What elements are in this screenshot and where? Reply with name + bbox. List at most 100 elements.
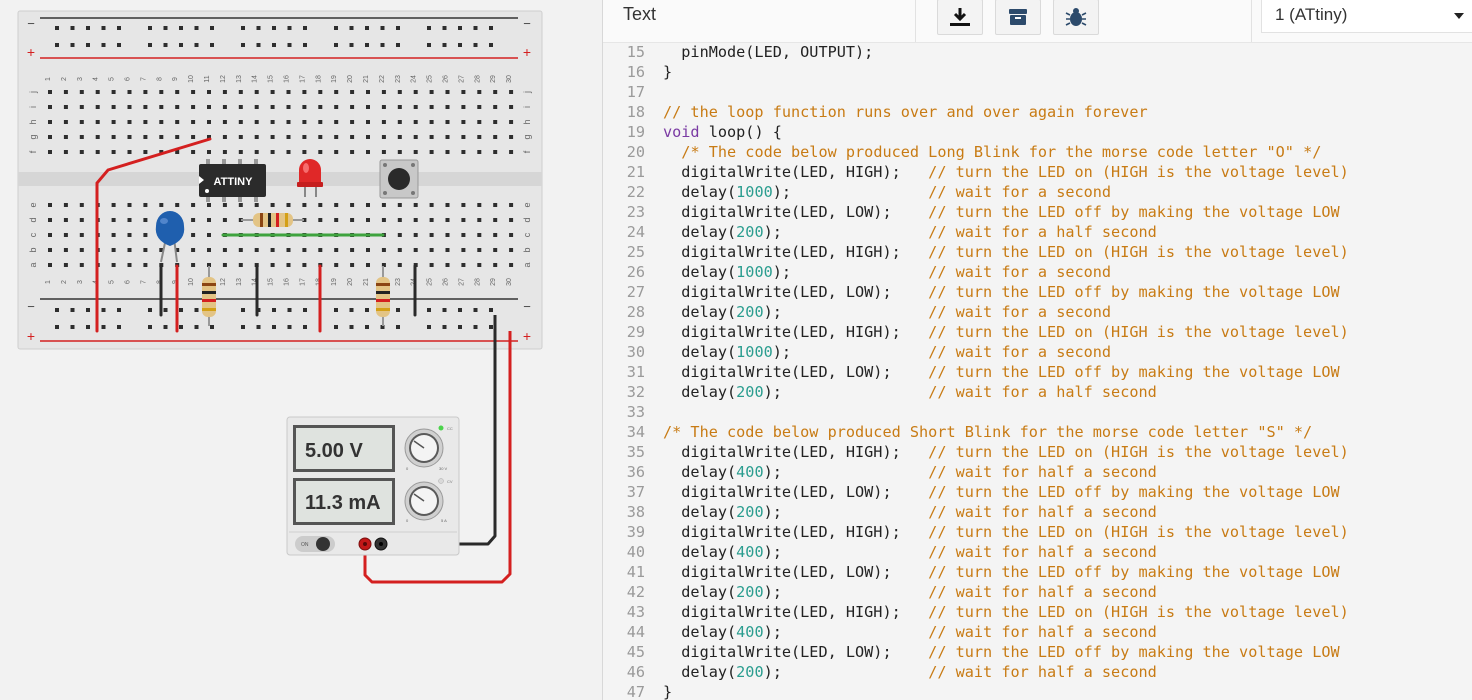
code-text[interactable]: digitalWrite(LED, HIGH); // turn the LED… bbox=[663, 603, 1349, 621]
code-line[interactable]: 26 delay(1000); // wait for a second bbox=[603, 262, 1111, 282]
code-text[interactable]: delay(200); // wait for a half second bbox=[663, 223, 1157, 241]
code-line[interactable]: 36 delay(400); // wait for half a second bbox=[603, 462, 1157, 482]
code-line[interactable]: 39 digitalWrite(LED, HIGH); // turn the … bbox=[603, 522, 1349, 542]
code-text[interactable]: digitalWrite(LED, LOW); // turn the LED … bbox=[663, 203, 1339, 221]
code-line[interactable]: 25 digitalWrite(LED, HIGH); // turn the … bbox=[603, 242, 1349, 262]
code-text[interactable]: digitalWrite(LED, HIGH); // turn the LED… bbox=[663, 243, 1349, 261]
code-line[interactable]: 21 digitalWrite(LED, HIGH); // turn the … bbox=[603, 162, 1349, 182]
code-text[interactable]: /* The code below produced Short Blink f… bbox=[663, 423, 1312, 441]
code-line[interactable]: 17 bbox=[603, 82, 663, 102]
breadboard-hole bbox=[396, 325, 400, 329]
code-line[interactable]: 22 delay(1000); // wait for a second bbox=[603, 182, 1111, 202]
code-line[interactable]: 42 delay(200); // wait for half a second bbox=[603, 582, 1157, 602]
code-line[interactable]: 31 digitalWrite(LED, LOW); // turn the L… bbox=[603, 362, 1340, 382]
code-text[interactable]: delay(400); // wait for half a second bbox=[663, 463, 1157, 481]
code-line[interactable]: 38 delay(200); // wait for half a second bbox=[603, 502, 1157, 522]
code-text[interactable]: digitalWrite(LED, HIGH); // turn the LED… bbox=[663, 523, 1349, 541]
debugger-button[interactable] bbox=[1053, 0, 1099, 35]
code-text[interactable]: digitalWrite(LED, LOW); // turn the LED … bbox=[663, 563, 1339, 581]
code-text[interactable]: digitalWrite(LED, LOW); // turn the LED … bbox=[663, 283, 1339, 301]
code-line[interactable]: 20 /* The code below produced Long Blink… bbox=[603, 142, 1322, 162]
code-line[interactable]: 37 digitalWrite(LED, LOW); // turn the L… bbox=[603, 482, 1340, 502]
code-text[interactable]: digitalWrite(LED, LOW); // turn the LED … bbox=[663, 483, 1339, 501]
code-line[interactable]: 18 // the loop function runs over and ove… bbox=[603, 102, 1148, 122]
code-line[interactable]: 19 void loop() { bbox=[603, 122, 782, 142]
circuit-canvas[interactable]: − − + + − − + + 1 2 3 4 5 6 7 8 9 10 11 12 13 14 15 16 1… bbox=[0, 0, 602, 700]
breadboard-hole bbox=[111, 150, 116, 154]
code-text[interactable]: // the loop function runs over and over … bbox=[663, 103, 1148, 121]
circuit-drawing[interactable]: − − + + − − + + 1 2 3 4 5 6 7 8 9 10 11 12 13 14 15 16 1… bbox=[0, 0, 602, 700]
breadboard-hole bbox=[334, 135, 339, 139]
code-text[interactable]: delay(200); // wait for a second bbox=[663, 303, 1111, 321]
code-line[interactable]: 40 delay(400); // wait for half a second bbox=[603, 542, 1157, 562]
breadboard-hole bbox=[86, 43, 90, 47]
code-text[interactable]: delay(400); // wait for half a second bbox=[663, 623, 1157, 641]
code-line[interactable]: 44 delay(400); // wait for half a second bbox=[603, 622, 1157, 642]
code-text[interactable]: delay(200); // wait for half a second bbox=[663, 503, 1157, 521]
current-knob[interactable] bbox=[404, 481, 444, 521]
code-text[interactable]: digitalWrite(LED, LOW); // turn the LED … bbox=[663, 643, 1339, 661]
code-mode-label[interactable]: Text bbox=[623, 4, 656, 25]
code-line[interactable]: 35 digitalWrite(LED, HIGH); // turn the … bbox=[603, 442, 1349, 462]
breadboard-hole bbox=[86, 325, 90, 329]
code-line[interactable]: 28 delay(200); // wait for a second bbox=[603, 302, 1111, 322]
code-line[interactable]: 29 digitalWrite(LED, HIGH); // turn the … bbox=[603, 322, 1349, 342]
code-line[interactable]: 30 delay(1000); // wait for a second bbox=[603, 342, 1111, 362]
code-text[interactable]: delay(200); // wait for half a second bbox=[663, 663, 1157, 681]
code-text[interactable]: } bbox=[663, 63, 672, 81]
column-number: 30 bbox=[506, 278, 513, 286]
top-left-plus-label: + bbox=[27, 44, 35, 60]
breadboard-hole bbox=[95, 120, 100, 124]
breadboard-hole bbox=[381, 150, 386, 154]
code-text[interactable]: delay(200); // wait for half a second bbox=[663, 583, 1157, 601]
code-line[interactable]: 16} bbox=[603, 62, 672, 82]
device-select[interactable]: 1 (ATtiny) bbox=[1261, 0, 1472, 33]
column-number: 12 bbox=[220, 75, 227, 83]
power-switch-knob[interactable] bbox=[316, 537, 330, 551]
line-number: 37 bbox=[626, 483, 645, 501]
code-text[interactable]: void loop() { bbox=[663, 123, 782, 141]
code-line[interactable]: 23 digitalWrite(LED, LOW); // turn the L… bbox=[603, 202, 1340, 222]
code-text[interactable]: /* The code below produced Long Blink fo… bbox=[663, 143, 1321, 161]
code-line[interactable]: 33 bbox=[603, 402, 663, 422]
pushbutton[interactable] bbox=[379, 159, 419, 199]
code-text[interactable]: delay(200); // wait for a half second bbox=[663, 383, 1157, 401]
code-line[interactable]: 47} bbox=[603, 682, 672, 700]
row-letter: a bbox=[28, 262, 38, 267]
bug-icon bbox=[1065, 8, 1087, 26]
download-button[interactable] bbox=[937, 0, 983, 35]
code-text[interactable]: delay(400); // wait for half a second bbox=[663, 543, 1157, 561]
code-line[interactable]: 41 digitalWrite(LED, LOW); // turn the L… bbox=[603, 562, 1340, 582]
breadboard-hole bbox=[48, 105, 52, 109]
code-text[interactable]: digitalWrite(LED, HIGH); // turn the LED… bbox=[663, 163, 1349, 181]
code-line[interactable]: 34 /* The code below produced Short Blink… bbox=[603, 422, 1313, 442]
code-line[interactable]: 15 pinMode(LED, OUTPUT); bbox=[603, 42, 874, 62]
line-number: 16 bbox=[626, 63, 645, 81]
column-number: 3 bbox=[77, 77, 84, 81]
code-line[interactable]: 45 digitalWrite(LED, LOW); // turn the L… bbox=[603, 642, 1340, 662]
code-line[interactable]: 27 digitalWrite(LED, LOW); // turn the L… bbox=[603, 282, 1340, 302]
code-text[interactable]: delay(1000); // wait for a second bbox=[663, 343, 1111, 361]
code-text[interactable]: delay(1000); // wait for a second bbox=[663, 263, 1111, 281]
code-text[interactable]: digitalWrite(LED, HIGH); // turn the LED… bbox=[663, 323, 1349, 341]
voltage-knob[interactable] bbox=[404, 428, 444, 468]
breadboard-hole bbox=[254, 150, 259, 154]
breadboard-hole bbox=[179, 43, 183, 47]
code-line[interactable]: 24 delay(200); // wait for a half second bbox=[603, 222, 1157, 242]
breadboard-hole bbox=[191, 233, 196, 237]
code-text[interactable]: delay(1000); // wait for a second bbox=[663, 183, 1111, 201]
dc-power-supply[interactable]: 5.00 V 11.3 mA CC CV 0 30 V 0 5 A ON bbox=[286, 416, 460, 556]
code-text[interactable]: digitalWrite(LED, HIGH); // turn the LED… bbox=[663, 443, 1349, 461]
breadboard-hole bbox=[254, 90, 259, 94]
breadboard-hole bbox=[489, 308, 493, 312]
code-text[interactable]: digitalWrite(LED, LOW); // turn the LED … bbox=[663, 363, 1339, 381]
breadboard-hole bbox=[493, 135, 498, 139]
code-text[interactable]: pinMode(LED, OUTPUT); bbox=[663, 43, 873, 61]
code-line[interactable]: 46 delay(200); // wait for half a second bbox=[603, 662, 1157, 682]
libraries-button[interactable] bbox=[995, 0, 1041, 35]
attiny-chip[interactable]: ATTINY bbox=[199, 159, 266, 202]
code-line[interactable]: 43 digitalWrite(LED, HIGH); // turn the … bbox=[603, 602, 1349, 622]
code-line[interactable]: 32 delay(200); // wait for a half second bbox=[603, 382, 1157, 402]
code-text[interactable]: } bbox=[663, 683, 672, 700]
breadboard-hole bbox=[287, 325, 292, 329]
